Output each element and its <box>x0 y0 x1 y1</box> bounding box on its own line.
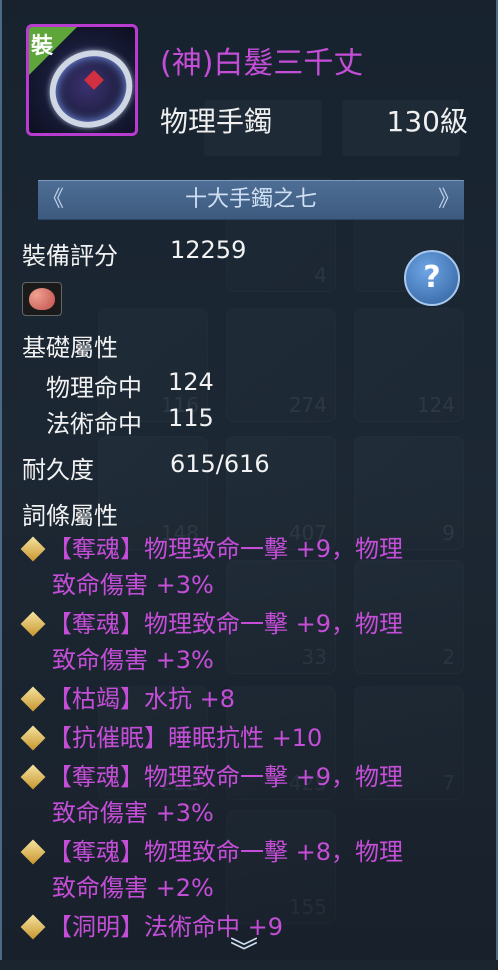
chevron-left-icon: 《 <box>42 187 65 212</box>
item-level: 130級 <box>386 105 468 138</box>
diamond-bullet-icon <box>20 536 46 562</box>
set-name-bar: 《 十大手鐲之七 》 <box>38 180 464 220</box>
durability-value: 615/616 <box>170 450 270 478</box>
diamond-bullet-icon <box>20 914 46 940</box>
brain-icon[interactable] <box>22 282 62 316</box>
diamond-bullet-icon <box>20 686 46 712</box>
base-attr-value: 115 <box>168 404 214 432</box>
equipped-badge-label: 裝 <box>31 34 54 59</box>
base-attr-value: 124 <box>168 368 214 396</box>
base-attrs-title: 基礎屬性 <box>22 334 118 362</box>
base-attr-name: 法術命中 <box>46 410 142 438</box>
affix-item: 【奪魂】物理致命一擊 +9，物理 致命傷害 +3% <box>20 759 482 831</box>
diamond-bullet-icon <box>20 839 46 865</box>
item-name: (神)白髮三千丈 <box>160 46 364 81</box>
affix-item: 【枯竭】水抗 +8 <box>20 681 482 717</box>
score-value: 12259 <box>170 236 247 264</box>
diamond-bullet-icon <box>20 725 46 751</box>
affix-item: 【抗催眠】睡眠抗性 +10 <box>20 720 482 756</box>
item-type: 物理手鐲 <box>160 105 273 138</box>
affix-item: 【奪魂】物理致命一擊 +9，物理 致命傷害 +3% <box>20 606 482 678</box>
set-name: 十大手鐲之七 <box>184 187 317 212</box>
chevron-right-icon: 》 <box>437 187 460 212</box>
bracelet-icon: 裝 <box>26 24 138 136</box>
affix-item: 【奪魂】物理致命一擊 +9，物理 致命傷害 +3% <box>20 531 482 603</box>
diamond-bullet-icon <box>20 611 46 637</box>
diamond-bullet-icon <box>20 764 46 790</box>
durability-label: 耐久度 <box>22 456 94 484</box>
affix-item: 【奪魂】物理致命一擊 +8，物理 致命傷害 +2% <box>20 834 482 906</box>
affix-title: 詞條屬性 <box>22 502 118 530</box>
base-attr-name: 物理命中 <box>46 374 142 402</box>
question-icon[interactable]: ? <box>404 250 460 306</box>
score-label: 裝備評分 <box>22 242 118 270</box>
chevron-down-icon[interactable]: ︾ <box>230 930 258 970</box>
item-tooltip: 裝 (神)白髮三千丈 物理手鐲 130級 《 十大手鐲之七 》 裝備評分 122… <box>0 0 498 968</box>
